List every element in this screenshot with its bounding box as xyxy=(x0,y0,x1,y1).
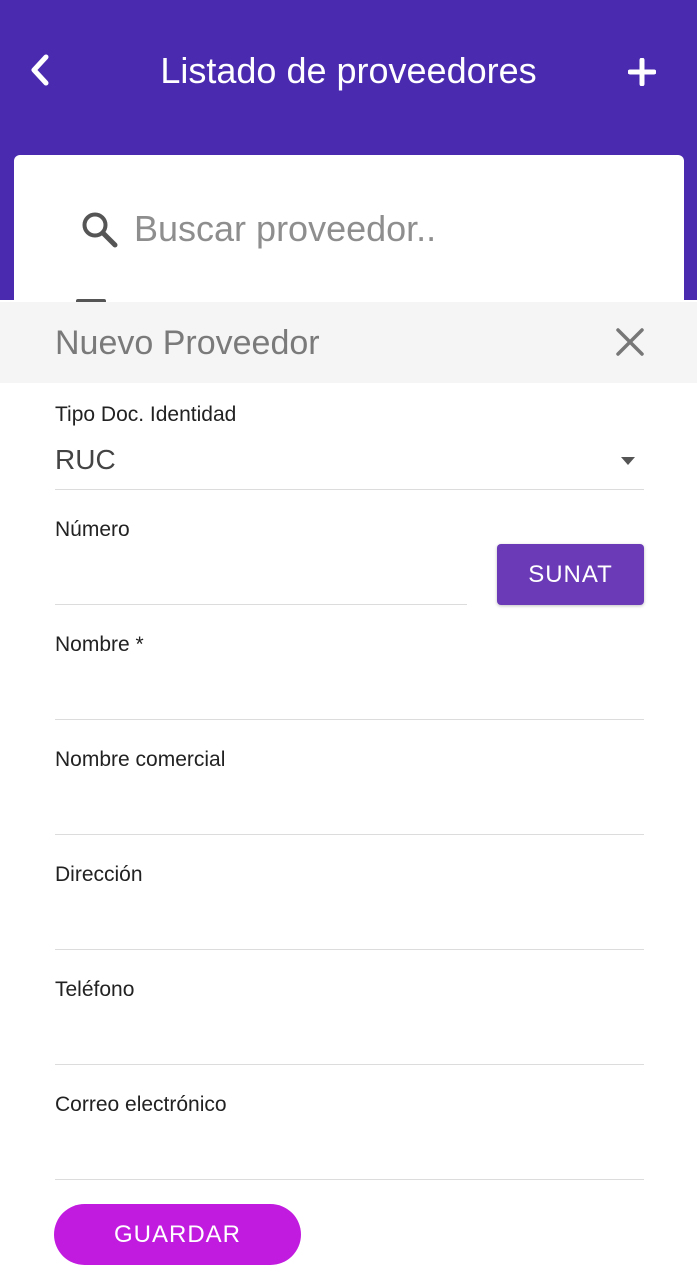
field-underline xyxy=(55,719,644,720)
name-field: Nombre * xyxy=(55,632,644,722)
phone-input[interactable] xyxy=(55,1017,644,1057)
trade-name-label: Nombre comercial xyxy=(55,748,226,771)
modal-title: Nuevo Proveedor xyxy=(55,324,320,362)
phone-field: Teléfono xyxy=(55,977,644,1067)
trade-name-field: Nombre comercial xyxy=(55,747,644,837)
add-provider-button[interactable] xyxy=(620,50,664,94)
page-title: Listado de proveedores xyxy=(160,50,537,91)
search-input[interactable] xyxy=(134,200,634,258)
field-underline xyxy=(55,489,644,490)
app-screen: Listado de proveedores Nuevo Proveedor xyxy=(0,0,697,1280)
new-provider-modal: Nuevo Proveedor Tipo Doc. Identidad RUC … xyxy=(0,302,697,1280)
sunat-lookup-button[interactable]: SUNAT xyxy=(497,544,644,605)
doc-type-value[interactable]: RUC xyxy=(55,442,116,478)
caret-down-icon xyxy=(621,457,635,465)
email-input[interactable] xyxy=(55,1132,644,1172)
email-label: Correo electrónico xyxy=(55,1093,227,1116)
field-underline xyxy=(55,834,644,835)
field-underline xyxy=(55,604,467,605)
doc-type-label: Tipo Doc. Identidad xyxy=(55,403,237,426)
email-field: Correo electrónico xyxy=(55,1092,644,1182)
search-icon xyxy=(82,212,118,248)
name-input[interactable] xyxy=(55,672,644,712)
plus-icon xyxy=(628,58,656,86)
doc-type-select[interactable]: Tipo Doc. Identidad RUC xyxy=(55,402,644,492)
field-underline xyxy=(55,1064,644,1065)
address-input[interactable] xyxy=(55,902,644,942)
field-underline xyxy=(55,949,644,950)
phone-label: Teléfono xyxy=(55,978,135,1001)
close-icon xyxy=(616,328,644,356)
number-label: Número xyxy=(55,518,130,541)
modal-header: Nuevo Proveedor xyxy=(0,302,697,383)
number-input[interactable] xyxy=(55,557,467,597)
save-button[interactable]: GUARDAR xyxy=(54,1204,301,1265)
name-label: Nombre * xyxy=(55,633,144,656)
trade-name-input[interactable] xyxy=(55,787,644,827)
number-field: Número xyxy=(55,517,467,607)
field-underline xyxy=(55,1179,644,1180)
close-button[interactable] xyxy=(610,322,650,362)
address-label: Dirección xyxy=(55,863,143,886)
address-field: Dirección xyxy=(55,862,644,952)
